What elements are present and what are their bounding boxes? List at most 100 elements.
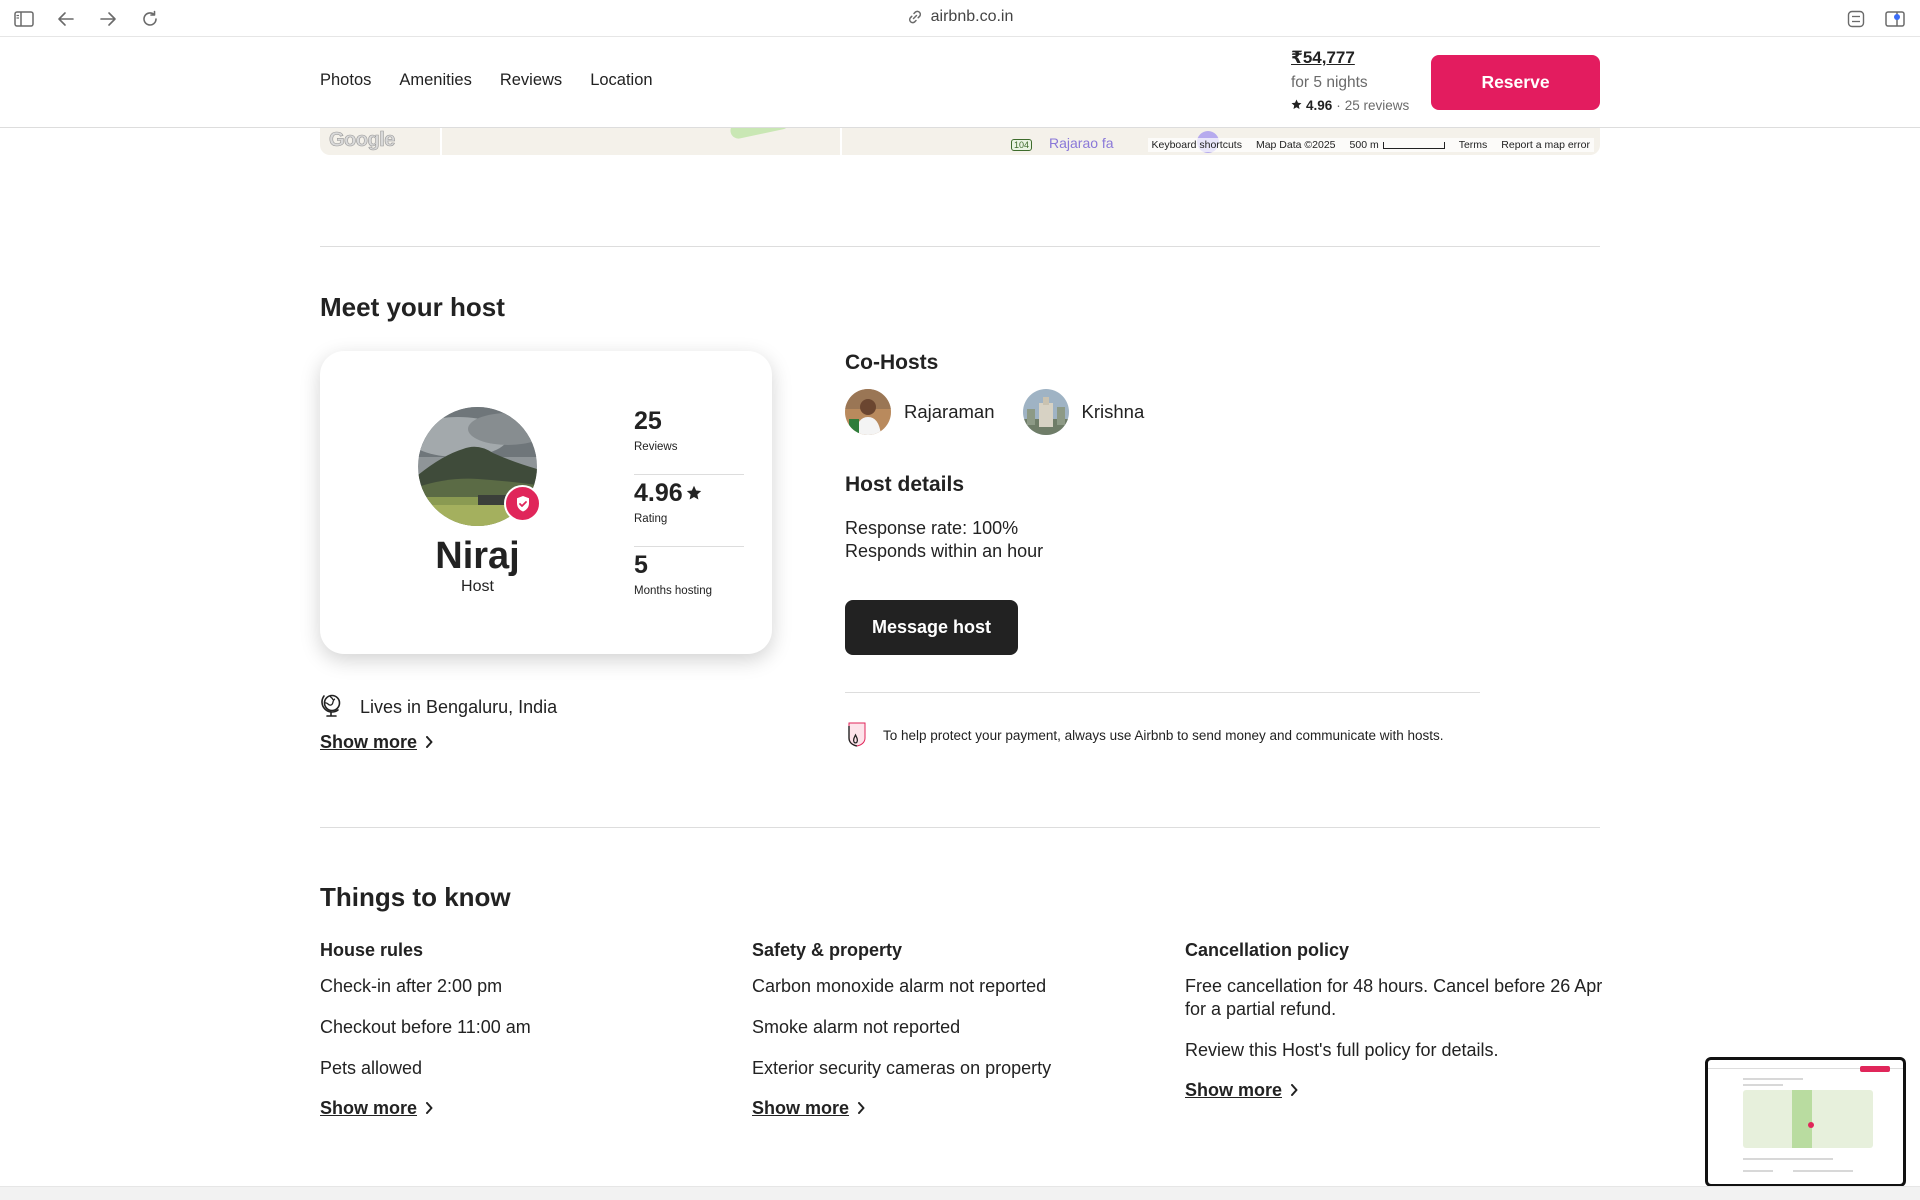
section-divider bbox=[320, 827, 1600, 828]
stat-rating: 4.96 Rating bbox=[634, 475, 744, 547]
safety-item: Smoke alarm not reported bbox=[752, 1017, 961, 1037]
cancellation-column: Cancellation policy Free cancellation fo… bbox=[1185, 940, 1605, 1101]
verified-badge-icon bbox=[504, 485, 541, 522]
keyboard-shortcuts-link[interactable]: Keyboard shortcuts bbox=[1152, 139, 1242, 151]
lives-in-text: Lives in Bengaluru, India bbox=[360, 697, 558, 717]
chevron-right-icon bbox=[857, 1098, 865, 1119]
map-scale[interactable]: 500 m bbox=[1350, 139, 1445, 151]
safety-item: Exterior security cameras on property bbox=[752, 1058, 1052, 1078]
thumbnail-line bbox=[1743, 1158, 1833, 1160]
host-show-more-link[interactable]: Show more bbox=[320, 732, 433, 753]
stat-reviews-label: Reviews bbox=[634, 441, 678, 453]
chevron-right-icon bbox=[425, 732, 433, 753]
map-attribution: Keyboard shortcuts Map Data ©2025 500 m … bbox=[1147, 138, 1594, 152]
house-rule-item: Pets allowed bbox=[320, 1058, 423, 1078]
house-rules-heading: House rules bbox=[320, 940, 424, 960]
road-badge: 104 bbox=[1011, 139, 1033, 151]
globe-icon bbox=[320, 692, 346, 723]
section-tabs: Photos Amenities Reviews Location bbox=[320, 71, 653, 90]
thumbnail-line bbox=[1793, 1170, 1853, 1172]
message-host-button[interactable]: Message host bbox=[845, 600, 1018, 655]
stat-reviews-value: 25 bbox=[634, 407, 662, 435]
chevron-right-icon bbox=[425, 1098, 433, 1119]
host-card[interactable]: Niraj Host 25 Reviews 4.96 Rating 5 Mont… bbox=[320, 351, 772, 654]
stat-months-label: Months hosting bbox=[634, 585, 712, 597]
notification-dot bbox=[1894, 14, 1900, 20]
address-bar[interactable]: airbnb.co.in bbox=[0, 8, 1920, 26]
host-stats: 25 Reviews 4.96 Rating 5 Months hosting bbox=[634, 403, 744, 619]
map-place-label: Rajarao fa bbox=[1049, 135, 1114, 151]
cohost-item[interactable]: Krishna bbox=[1022, 389, 1145, 435]
host-section-title: Meet your host bbox=[320, 292, 505, 322]
house-rule-item: Checkout before 11:00 am bbox=[320, 1017, 531, 1037]
tab-location[interactable]: Location bbox=[590, 71, 652, 90]
tab-photos[interactable]: Photos bbox=[320, 71, 371, 90]
host-details-title: Host details bbox=[845, 473, 965, 496]
stat-rating-value: 4.96 bbox=[634, 479, 683, 507]
map-bottom-strip[interactable]: Google 104 Rajarao fa Keyboard shortcuts… bbox=[320, 128, 1600, 155]
listing-subnav: Photos Amenities Reviews Location ₹54,77… bbox=[0, 37, 1920, 128]
map-data-label: Map Data ©2025 bbox=[1255, 139, 1336, 151]
safety-item: Carbon monoxide alarm not reported bbox=[752, 976, 1047, 996]
house-rule-item: Check-in after 2:00 pm bbox=[320, 976, 503, 996]
host-location: Lives in Bengaluru, India bbox=[320, 692, 557, 723]
map-terms-link[interactable]: Terms bbox=[1459, 139, 1488, 151]
link-icon bbox=[907, 9, 923, 25]
extension-icon[interactable] bbox=[1845, 8, 1867, 30]
section-divider bbox=[320, 246, 1600, 247]
show-more-label: Show more bbox=[320, 732, 418, 752]
screenshot-thumbnail[interactable] bbox=[1705, 1057, 1906, 1187]
cohosts-list: Rajaraman Krishna bbox=[845, 389, 1144, 435]
page-bottom-edge bbox=[0, 1186, 1920, 1200]
response-rate: Response rate: 100% bbox=[845, 518, 1019, 538]
house-rules-show-more[interactable]: Show more bbox=[320, 1098, 740, 1119]
house-rules-column: House rules Check-in after 2:00 pm Check… bbox=[320, 940, 740, 1119]
cohost-name: Rajaraman bbox=[904, 401, 995, 422]
host-name: Niraj bbox=[435, 535, 520, 577]
cohosts-title: Co-Hosts bbox=[845, 351, 939, 374]
report-map-error-link[interactable]: Report a map error bbox=[1501, 139, 1590, 151]
show-more-label: Show more bbox=[752, 1098, 850, 1118]
total-price[interactable]: ₹54,777 bbox=[1291, 48, 1431, 68]
thumbnail-line bbox=[1743, 1078, 1803, 1080]
show-more-label: Show more bbox=[320, 1098, 418, 1118]
map-road bbox=[440, 128, 442, 155]
cohost-avatar bbox=[1022, 389, 1069, 435]
split-view-icon[interactable] bbox=[1884, 8, 1906, 30]
response-time: Responds within an hour bbox=[845, 541, 1044, 561]
reviews-count[interactable]: 25 reviews bbox=[1345, 98, 1410, 113]
cancellation-show-more[interactable]: Show more bbox=[1185, 1080, 1605, 1101]
tab-amenities[interactable]: Amenities bbox=[399, 71, 471, 90]
payment-protection-notice: To help protect your payment, always use… bbox=[845, 720, 1444, 751]
chevron-right-icon bbox=[1290, 1080, 1298, 1101]
host-role: Host bbox=[461, 578, 494, 595]
shield-airbnb-icon bbox=[845, 720, 871, 751]
safety-column: Safety & property Carbon monoxide alarm … bbox=[752, 940, 1172, 1119]
stat-reviews: 25 Reviews bbox=[634, 403, 744, 475]
tab-reviews[interactable]: Reviews bbox=[500, 71, 562, 90]
thumbnail-line bbox=[1743, 1084, 1783, 1086]
price-summary: ₹54,777 for 5 nights 4.96 · 25 reviews bbox=[1291, 48, 1431, 113]
cancellation-item: Free cancellation for 48 hours. Cancel b… bbox=[1185, 976, 1603, 1019]
map-park bbox=[728, 128, 792, 141]
thumbnail-map-park bbox=[1792, 1090, 1812, 1148]
safety-heading: Safety & property bbox=[752, 940, 903, 960]
cohost-avatar bbox=[845, 389, 891, 435]
protect-text: To help protect your payment, always use… bbox=[883, 728, 1444, 743]
nights-label: for 5 nights bbox=[1291, 74, 1368, 91]
map-road bbox=[840, 128, 842, 155]
safety-show-more[interactable]: Show more bbox=[752, 1098, 1172, 1119]
cohost-item[interactable]: Rajaraman bbox=[845, 389, 995, 435]
google-logo: Google bbox=[329, 129, 396, 152]
stat-months: 5 Months hosting bbox=[634, 547, 744, 619]
map-scale-label: 500 m bbox=[1349, 139, 1379, 151]
rating-summary: 4.96 · 25 reviews bbox=[1291, 98, 1431, 113]
cohost-name: Krishna bbox=[1081, 401, 1145, 422]
reserve-button[interactable]: Reserve bbox=[1431, 55, 1600, 110]
stat-rating-label: Rating bbox=[634, 513, 668, 525]
stat-months-value: 5 bbox=[634, 551, 648, 579]
scale-bar bbox=[1382, 141, 1445, 149]
browser-toolbar: airbnb.co.in bbox=[0, 0, 1920, 37]
rating-value: 4.96 bbox=[1306, 98, 1333, 113]
show-more-label: Show more bbox=[1185, 1080, 1283, 1100]
